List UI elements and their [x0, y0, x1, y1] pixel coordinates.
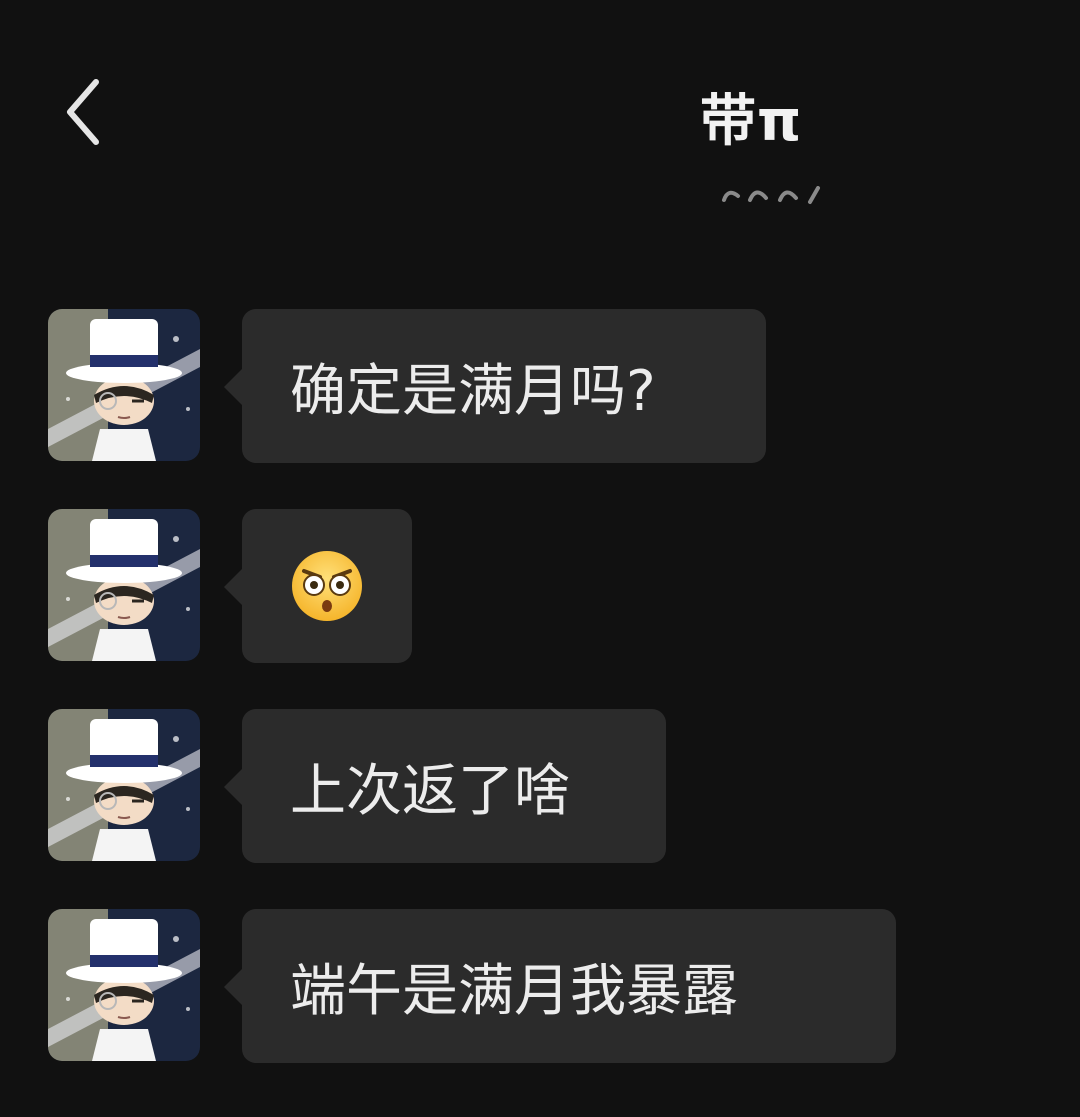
message-bubble[interactable]: 上次返了啥	[224, 709, 666, 863]
message-text: 端午是满月我暴露	[290, 958, 738, 1024]
avatar[interactable]	[48, 709, 200, 861]
avatar[interactable]	[48, 309, 200, 461]
avatar[interactable]	[48, 909, 200, 1061]
surprised-angry-face-icon	[292, 551, 362, 621]
message-row	[48, 509, 418, 663]
avatar[interactable]	[48, 509, 200, 661]
message-bubble[interactable]: 确定是满月吗?	[224, 309, 766, 463]
message-row: 端午是满月我暴露	[48, 909, 898, 1063]
message-text: 上次返了啥	[290, 758, 570, 824]
message-bubble[interactable]: 端午是满月我暴露	[224, 909, 896, 1063]
message-text: 确定是满月吗?	[290, 358, 656, 424]
message-bubble[interactable]	[224, 509, 412, 663]
message-row: 上次返了啥	[48, 709, 668, 863]
message-list: 确定是满月吗? 上次返了啥 端午是满月我暴露	[0, 0, 1080, 1117]
avatar-image	[48, 509, 200, 661]
avatar-image	[48, 309, 200, 461]
avatar-image	[48, 909, 200, 1061]
avatar-image	[48, 709, 200, 861]
message-row: 确定是满月吗?	[48, 309, 768, 463]
